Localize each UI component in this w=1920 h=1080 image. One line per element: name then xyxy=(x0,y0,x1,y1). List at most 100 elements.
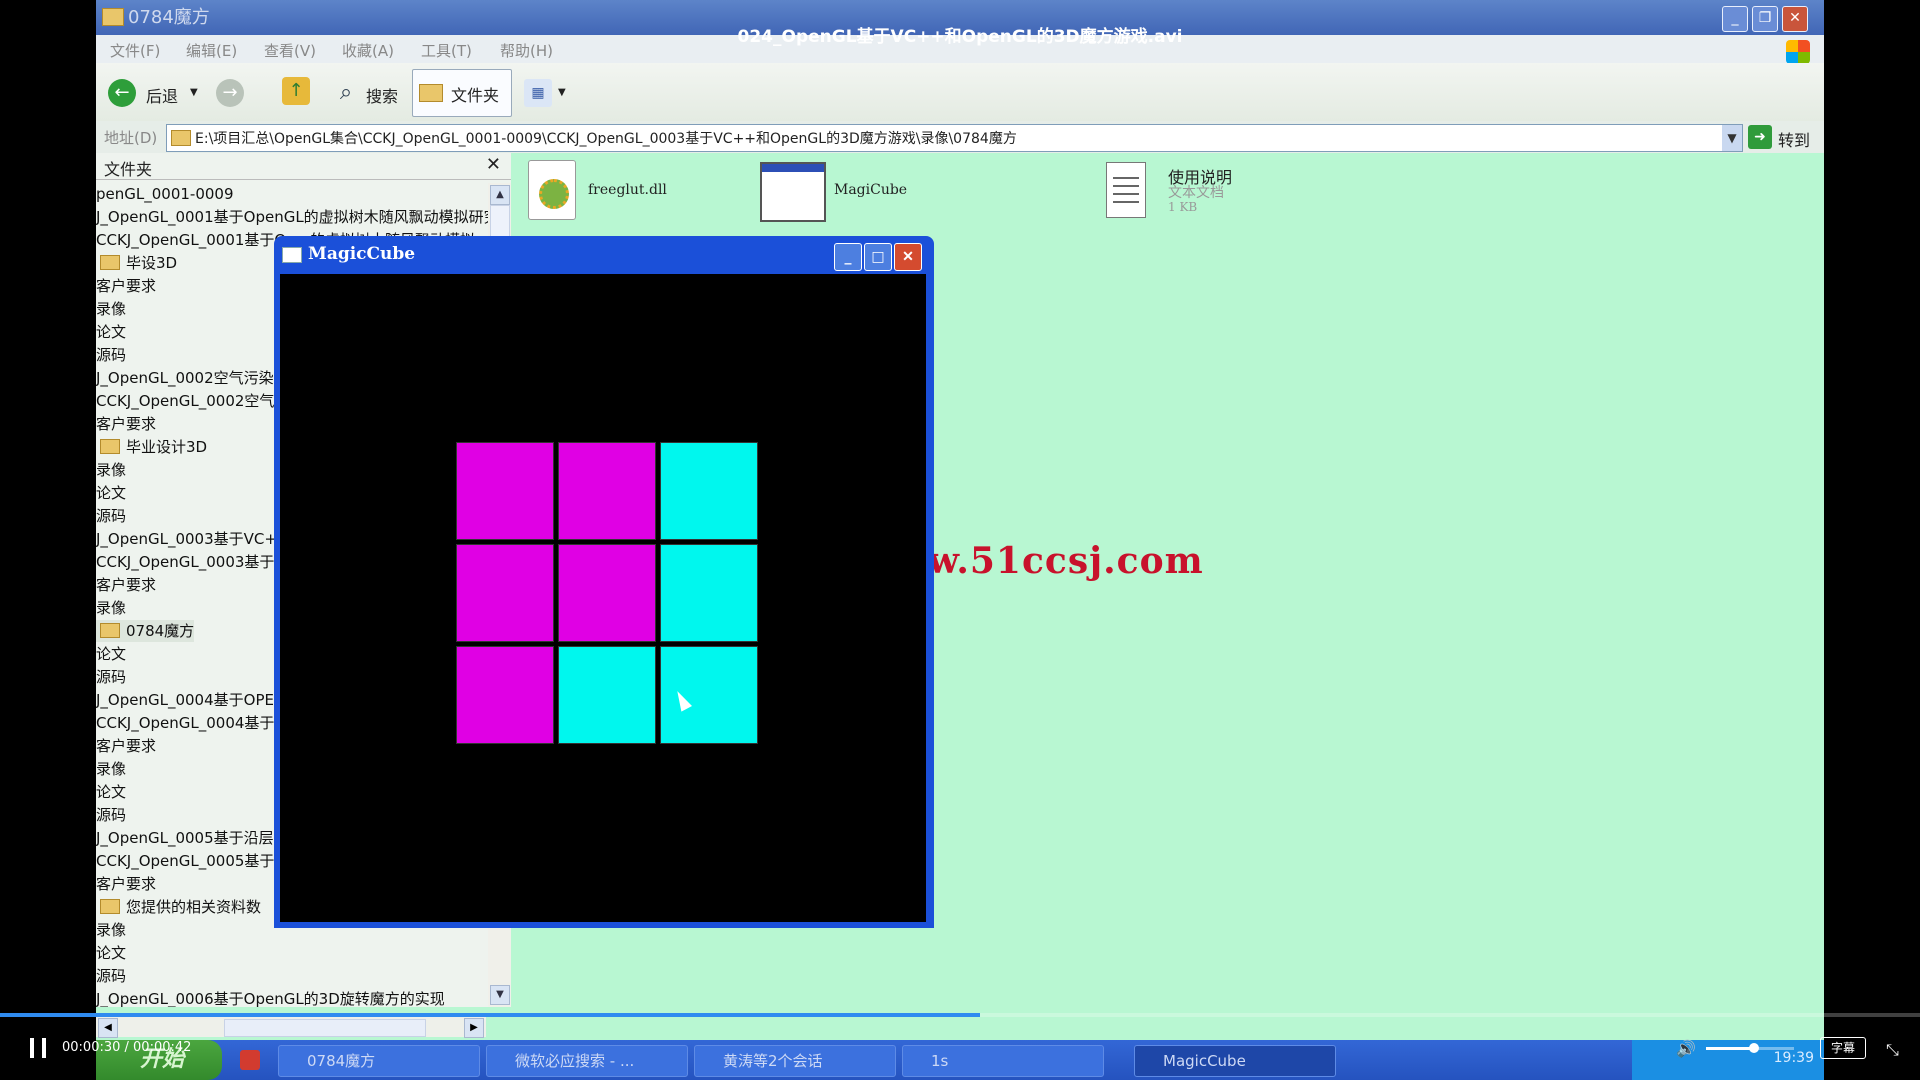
chevron-down-icon[interactable]: ▼ xyxy=(1722,125,1742,151)
taskbar-item-folder[interactable]: 1s xyxy=(902,1045,1104,1077)
tree-item[interactable]: J_OpenGL_0001基于OpenGL的虚拟树木随风飘动模拟研究 xyxy=(96,206,488,228)
folders-label: 文件夹 xyxy=(451,86,500,105)
tree-item[interactable]: 录像 xyxy=(96,459,126,481)
scroll-left-icon[interactable]: ◀ xyxy=(98,1018,118,1038)
taskbar-item-browser[interactable]: 微软必应搜索 - ... xyxy=(486,1045,688,1077)
tree-folder-item[interactable]: 毕业设计3D xyxy=(96,436,207,458)
volume-slider[interactable] xyxy=(1706,1043,1794,1053)
address-input[interactable]: E:\项目汇总\OpenGL集合\CCKJ_OpenGL_0001-0009\C… xyxy=(166,124,1743,152)
close-button[interactable]: ✕ xyxy=(894,243,922,271)
exit-fullscreen-icon[interactable]: ⤡ xyxy=(1886,1040,1899,1060)
tree-item[interactable]: CCKJ_OpenGL_0002空气污 xyxy=(96,390,289,412)
tree-item[interactable]: 论文 xyxy=(96,321,126,343)
magiccube-title-bar[interactable]: MagicCube _ □ ✕ xyxy=(274,236,934,272)
tree-item-label: 您提供的相关资料数 xyxy=(126,898,262,916)
tree-item[interactable]: 论文 xyxy=(96,643,126,665)
tree-item[interactable]: J_OpenGL_0006基于OpenGL的3D旋转魔方的实现 xyxy=(96,988,445,1007)
tree-item-label: 论文 xyxy=(96,645,127,663)
views-dropdown-icon[interactable]: ▼ xyxy=(558,87,566,98)
tree-item-label: 客户要求 xyxy=(96,737,157,755)
back-button[interactable]: 后退 xyxy=(146,83,178,107)
tree-item[interactable]: 源码 xyxy=(96,666,126,688)
tree-item[interactable]: J_OpenGL_0003基于VC++ xyxy=(96,528,290,550)
tree-folder-item[interactable]: 您提供的相关资料数 xyxy=(96,896,261,918)
tree-item[interactable]: 源码 xyxy=(96,804,126,826)
tree-item-label: 客户要求 xyxy=(96,415,157,433)
tree-item-label: CCKJ_OpenGL_0004基于OP xyxy=(96,714,296,732)
tree-item[interactable]: J_OpenGL_0004基于OPENG xyxy=(96,689,297,711)
folders-button[interactable]: 文件夹 xyxy=(412,69,512,117)
tree-item[interactable]: 论文 xyxy=(96,942,126,964)
back-arrow-icon[interactable]: ← xyxy=(108,79,136,107)
forward-arrow-icon[interactable]: → xyxy=(216,79,244,107)
tree-folder-item[interactable]: 0784魔方 xyxy=(96,620,195,642)
scroll-up-icon[interactable]: ▲ xyxy=(490,185,510,205)
tree-item-label: CCKJ_OpenGL_0005基于沿 xyxy=(96,852,290,870)
tree-item[interactable]: 录像 xyxy=(96,597,126,619)
tree-item[interactable]: 源码 xyxy=(96,505,126,527)
tree-item[interactable]: J_OpenGL_0005基于沿层 xyxy=(96,827,274,849)
cube-cell-1-0 xyxy=(456,544,554,642)
folder-icon xyxy=(171,130,191,146)
scroll-thumb[interactable] xyxy=(224,1019,426,1037)
tree-folder-item[interactable]: 毕设3D xyxy=(96,252,177,274)
tree-item[interactable]: 论文 xyxy=(96,482,126,504)
volume-icon[interactable]: 🔊 xyxy=(1676,1039,1696,1058)
search-icon[interactable]: ⌕ xyxy=(332,79,360,107)
maximize-button[interactable]: □ xyxy=(864,243,892,271)
pause-icon[interactable] xyxy=(30,1038,46,1058)
tree-item[interactable]: 客户要求 xyxy=(96,735,156,757)
views-icon[interactable]: ▦ xyxy=(524,79,552,107)
tree-item[interactable]: penGL_0001-0009 xyxy=(96,183,234,205)
scroll-down-icon[interactable]: ▼ xyxy=(490,985,510,1005)
folder-icon xyxy=(100,255,120,270)
tree-item[interactable]: CCKJ_OpenGL_0004基于OP xyxy=(96,712,295,734)
folder-icon xyxy=(100,439,120,454)
tree-item[interactable]: 客户要求 xyxy=(96,873,156,895)
taskbar-item-label: 0784魔方 xyxy=(307,1052,376,1070)
app-quicklaunch-icon[interactable] xyxy=(240,1050,260,1070)
window-icon xyxy=(282,247,302,263)
tree-item[interactable]: 录像 xyxy=(96,298,126,320)
horizontal-scrollbar[interactable]: ◀ ▶ xyxy=(96,1017,486,1038)
close-icon[interactable]: ✕ xyxy=(486,154,501,175)
tree-item[interactable]: 客户要求 xyxy=(96,413,156,435)
video-title: 024_OpenGL基于VC++和OpenGL的3D魔方游戏.avi xyxy=(737,27,1183,47)
taskbar-item-explorer[interactable]: 0784魔方 xyxy=(278,1045,480,1077)
taskbar-item-label: 黄涛等2个会话 xyxy=(723,1052,823,1070)
file-size: 1 KB xyxy=(1168,200,1198,214)
taskbar-item-magiccube[interactable]: MagicCube xyxy=(1134,1045,1336,1077)
tree-item-label: J_OpenGL_0001基于OpenGL的虚拟树木随风飘动模拟研究 xyxy=(96,208,488,226)
tree-item-label: J_OpenGL_0006基于OpenGL的3D旋转魔方的实现 xyxy=(96,990,445,1007)
back-dropdown-icon[interactable]: ▼ xyxy=(190,87,198,98)
search-button[interactable]: 搜索 xyxy=(366,83,398,107)
subtitles-button[interactable]: 字幕 xyxy=(1820,1037,1866,1059)
tree-item[interactable]: CCKJ_OpenGL_0003基于VC xyxy=(96,551,295,573)
tree-item[interactable]: 源码 xyxy=(96,344,126,366)
file-name: freeglut.dll xyxy=(588,182,667,198)
taskbar: 开始 0784魔方 微软必应搜索 - ... 黄涛等2个会话 1s MagicC… xyxy=(96,1040,1824,1080)
folder-icon xyxy=(100,899,120,914)
cube-cell-0-1 xyxy=(558,442,656,540)
up-folder-icon[interactable]: ↑ xyxy=(282,77,310,105)
progress-fill xyxy=(0,1013,980,1017)
tree-item-label: J_OpenGL_0004基于OPENG xyxy=(96,691,297,709)
tree-item-label: J_OpenGL_0002空气污染 xyxy=(96,369,274,387)
go-button[interactable]: ➜ 转到 xyxy=(1748,125,1818,150)
tree-item[interactable]: 源码 xyxy=(96,965,126,987)
taskbar-item-chat[interactable]: 黄涛等2个会话 xyxy=(694,1045,896,1077)
tree-item[interactable]: 客户要求 xyxy=(96,275,156,297)
tree-item[interactable]: J_OpenGL_0002空气污染 xyxy=(96,367,274,389)
opengl-canvas[interactable] xyxy=(280,274,926,922)
tree-item[interactable]: 论文 xyxy=(96,781,126,803)
address-bar: 地址(D) E:\项目汇总\OpenGL集合\CCKJ_OpenGL_0001-… xyxy=(96,121,1824,153)
tree-item-label: 论文 xyxy=(96,323,127,341)
scroll-right-icon[interactable]: ▶ xyxy=(464,1018,484,1038)
tree-item[interactable]: 客户要求 xyxy=(96,574,156,596)
tree-item-label: 录像 xyxy=(96,461,127,479)
video-frame: 0784魔方 _ ❐ ✕ 文件(F) 编辑(E) 查看(V) 收藏(A) 工具(… xyxy=(0,0,1920,1080)
minimize-button[interactable]: _ xyxy=(834,243,862,271)
tree-item[interactable]: CCKJ_OpenGL_0005基于沿 xyxy=(96,850,289,872)
tree-item[interactable]: 录像 xyxy=(96,758,126,780)
tree-item[interactable]: 录像 xyxy=(96,919,126,941)
